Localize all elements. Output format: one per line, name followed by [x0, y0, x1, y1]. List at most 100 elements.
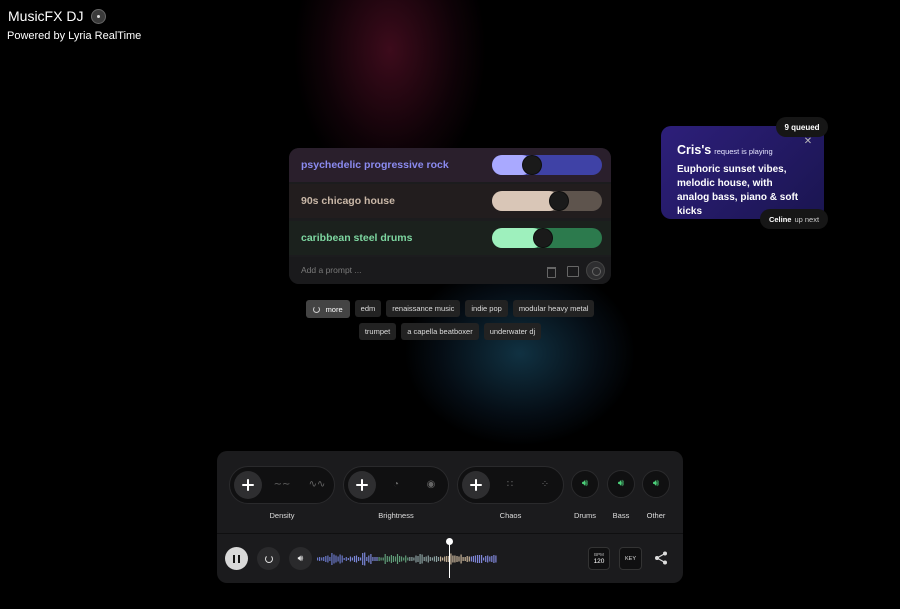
more-suggestions-button[interactable]: more — [305, 300, 350, 318]
suggestion-chip[interactable]: modular heavy metal — [512, 300, 595, 317]
waveform-bar — [481, 555, 483, 563]
pause-button[interactable] — [225, 547, 248, 570]
waveform-bar — [349, 556, 351, 562]
waveform-bar — [341, 555, 343, 563]
chip-label: more — [325, 304, 343, 314]
image-icon[interactable] — [567, 265, 579, 277]
waveform-bar — [403, 557, 405, 561]
playhead[interactable] — [449, 540, 450, 578]
send-prompt-icon[interactable] — [586, 261, 605, 280]
slider-knob[interactable] — [549, 191, 569, 211]
prompt-row: caribbean steel drums — [289, 221, 611, 255]
waveform-bar — [370, 554, 372, 564]
waveform-bar — [366, 557, 368, 561]
prompt-weight-slider[interactable] — [492, 228, 602, 248]
slider-knob[interactable] — [522, 155, 542, 175]
brightness-option-bright[interactable]: ◉ — [417, 471, 445, 499]
waveform-bar — [362, 553, 364, 565]
chaos-option-high[interactable]: ⁘ — [531, 471, 559, 499]
suggestion-chip[interactable]: edm — [354, 300, 382, 317]
waveform-bar — [454, 555, 456, 563]
prompt-row: psychedelic progressive rock — [289, 148, 611, 182]
waveform-bar — [478, 555, 481, 563]
chaos-option-auto[interactable] — [462, 471, 490, 499]
app-header: MusicFX DJ Powered by Lyria RealTime — [7, 8, 141, 42]
wave-low-icon: ∼∼ — [273, 479, 291, 490]
prompt-label[interactable]: psychedelic progressive rock — [301, 159, 449, 171]
sparkle-icon — [356, 479, 368, 491]
prompt-weight-slider[interactable] — [492, 155, 602, 175]
density-option-auto[interactable] — [234, 471, 262, 499]
waveform-bar — [364, 552, 366, 566]
waveform-bar — [472, 556, 474, 562]
volume-button[interactable]: 🔊︎ — [289, 547, 312, 570]
waveform-bar — [489, 556, 491, 562]
waveform-bar — [353, 556, 356, 562]
waveform-bar — [327, 555, 329, 563]
suggestion-chip[interactable]: renaissance music — [386, 300, 461, 317]
other-label: Other — [646, 511, 666, 520]
suggestion-chip[interactable]: indie pop — [465, 300, 508, 317]
drums-toggle[interactable]: 🔊︎ — [571, 470, 599, 498]
prompt-row: 90s chicago house — [289, 184, 611, 218]
chaos-option-low[interactable]: ∷ — [496, 471, 524, 499]
suggestion-chip[interactable]: trumpet — [358, 323, 397, 340]
waveform-bar — [429, 557, 431, 561]
dark-circle-icon: ◔ — [392, 479, 400, 490]
waveform-bar — [376, 557, 378, 561]
waveform-bar — [368, 555, 370, 563]
other-toggle[interactable]: 🔊︎ — [642, 470, 670, 498]
suggestion-chip[interactable]: a capella beatboxer — [401, 323, 479, 340]
add-prompt-input[interactable] — [301, 262, 521, 278]
playhead-handle[interactable] — [446, 538, 453, 545]
slider-knob[interactable] — [533, 228, 553, 248]
request-title: Cris's request is playing — [677, 143, 773, 157]
trash-icon[interactable] — [545, 265, 556, 278]
close-icon[interactable]: ✕ — [803, 137, 813, 147]
waveform-bar — [468, 556, 470, 562]
density-option-low[interactable]: ∼∼ — [268, 471, 296, 499]
add-prompt-row — [289, 257, 611, 284]
speaker-icon: 🔊︎ — [581, 478, 589, 489]
brightness-option-auto[interactable] — [348, 471, 376, 499]
density-selector: ∼∼ ∿∿ — [229, 466, 335, 504]
key-button[interactable]: KEY — [619, 547, 642, 570]
waveform-bar — [411, 557, 413, 561]
waveform-bar — [421, 554, 423, 564]
prompt-label[interactable]: caribbean steel drums — [301, 232, 412, 244]
waveform-bar — [440, 556, 442, 562]
waveform-bar — [462, 557, 464, 561]
queued-count-badge: 9 queued — [776, 117, 828, 137]
waveform-bar — [333, 554, 335, 564]
bright-circle-icon: ◉ — [426, 479, 436, 490]
waveform-bar — [390, 555, 392, 563]
app-menu-button[interactable] — [91, 8, 107, 24]
waveform-bar — [466, 556, 468, 562]
reset-button[interactable] — [257, 547, 280, 570]
waveform-bar — [380, 557, 382, 561]
bpm-display[interactable]: BPM 120 — [588, 547, 610, 570]
share-icon[interactable] — [653, 550, 669, 566]
suggestion-chip[interactable]: underwater dj — [483, 323, 542, 340]
speaker-icon: 🔊︎ — [652, 478, 660, 489]
sparkle-icon — [470, 479, 482, 491]
chaos-selector: ∷ ⁘ — [457, 466, 564, 504]
waveform-bar — [317, 557, 319, 561]
waveform-bar — [337, 556, 339, 562]
prompt-label[interactable]: 90s chicago house — [301, 195, 395, 207]
brightness-option-dark[interactable]: ◔ — [382, 471, 410, 499]
waveform-bar — [474, 555, 476, 563]
prompt-weight-slider[interactable] — [492, 191, 602, 211]
drums-label: Drums — [573, 511, 597, 520]
waveform-bar — [433, 556, 435, 562]
waveform-bar — [392, 556, 394, 562]
waveform[interactable] — [317, 544, 497, 574]
bpm-value: 120 — [593, 558, 605, 565]
waveform-bar — [450, 553, 452, 565]
waveform-bar — [399, 556, 401, 562]
waveform-bar — [405, 555, 407, 563]
grid-icon: ∷ — [506, 479, 514, 490]
density-option-high[interactable]: ∿∿ — [303, 471, 331, 499]
bass-toggle[interactable]: 🔊︎ — [607, 470, 635, 498]
waveform-bar — [407, 557, 409, 561]
